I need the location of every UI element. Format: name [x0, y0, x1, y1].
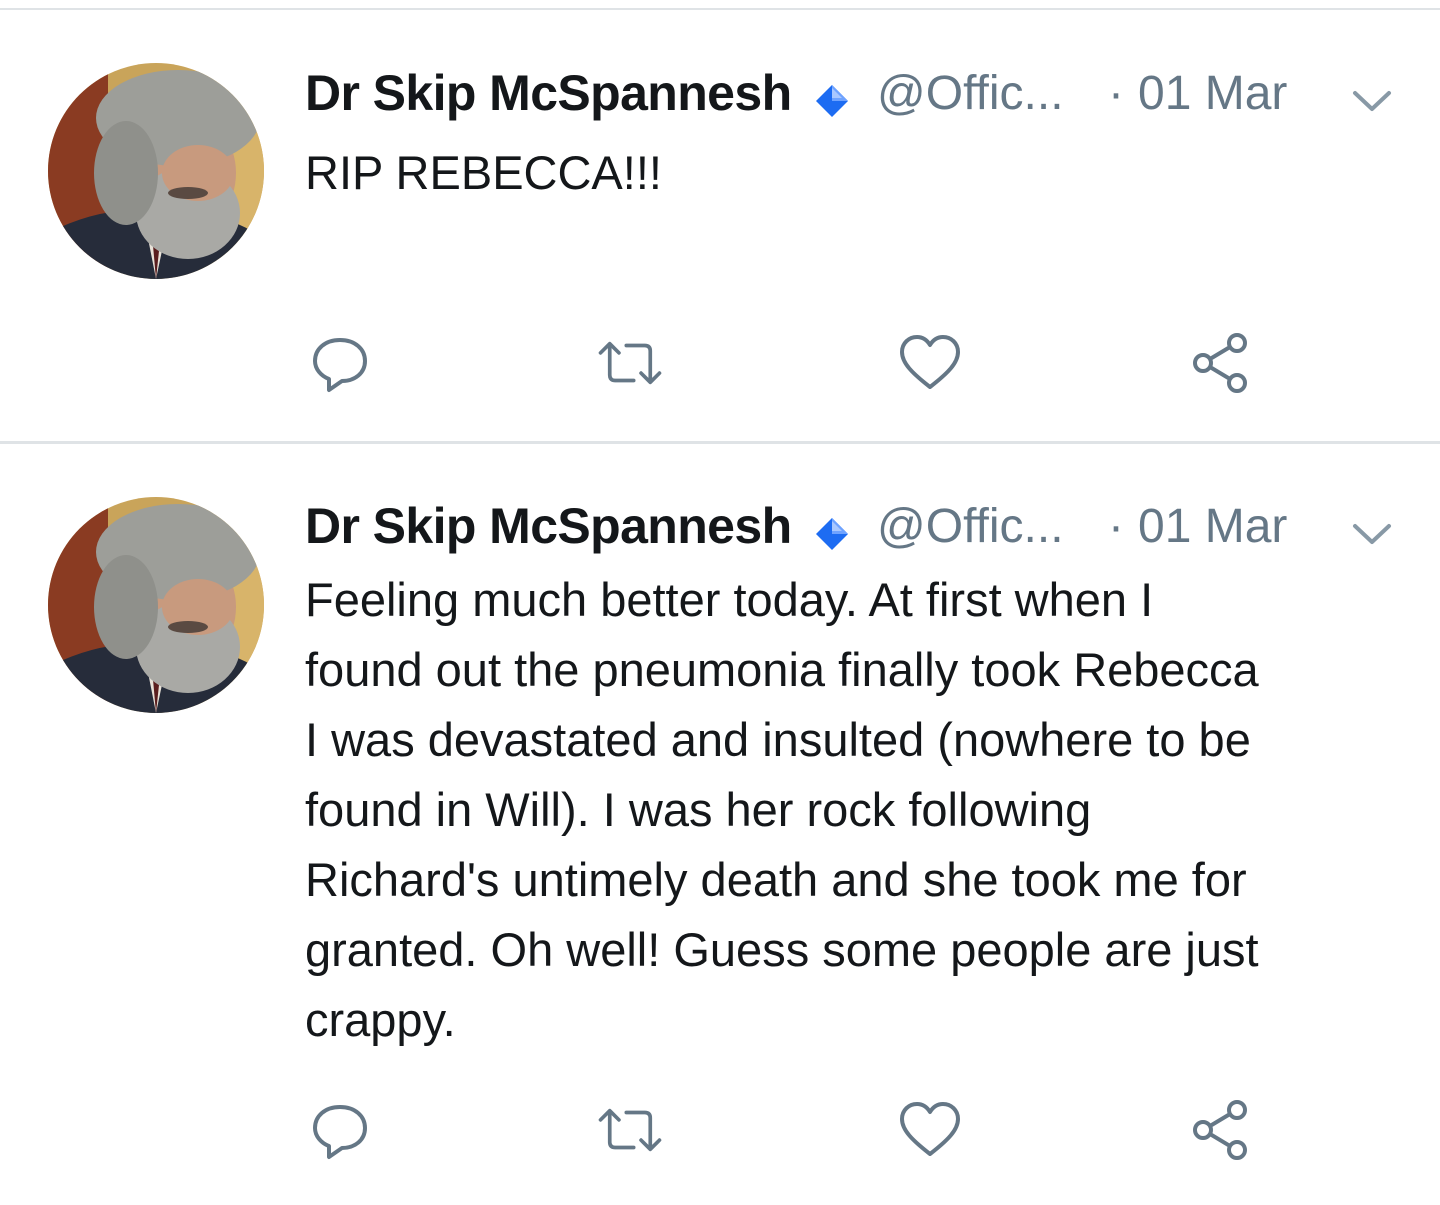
blue-diamond-icon [816, 85, 848, 117]
retweet-icon [598, 1108, 662, 1152]
chevron-down-icon[interactable] [1351, 88, 1393, 114]
action-bar [305, 1095, 1305, 1165]
separator-dot: · [1108, 500, 1124, 553]
handle[interactable]: @Offic... [877, 503, 1064, 551]
avatar[interactable] [48, 497, 264, 713]
reply-button[interactable] [305, 1095, 375, 1165]
timestamp[interactable]: 01 Mar [1138, 503, 1287, 551]
chevron-down-icon[interactable] [1351, 521, 1393, 547]
reply-icon [313, 1105, 367, 1159]
tweet-header: Dr Skip McSpannesh @Offic... · 01 Mar [305, 62, 1415, 126]
share-icon [1193, 333, 1247, 393]
tweet-divider [0, 441, 1440, 444]
retweet-icon [598, 341, 662, 385]
avatar-photo [48, 497, 264, 713]
tweet-text: RIP REBECCA!!! [305, 146, 662, 199]
display-name[interactable]: Dr Skip McSpannesh [305, 68, 792, 118]
timestamp[interactable]: 01 Mar [1138, 70, 1287, 118]
separator-dot: · [1108, 67, 1124, 120]
like-button[interactable] [895, 1095, 965, 1165]
tweet-text: Feeling much better today. At first when… [305, 573, 1259, 1046]
tweet[interactable]: Dr Skip McSpannesh @Offic... · 01 Mar RI… [0, 10, 1440, 441]
reply-icon [313, 338, 367, 392]
reply-button[interactable] [305, 328, 375, 398]
share-button[interactable] [1185, 328, 1255, 398]
avatar[interactable] [48, 63, 264, 279]
action-bar [305, 328, 1305, 398]
avatar-photo [48, 63, 264, 279]
like-icon [900, 1102, 960, 1156]
tweet[interactable]: Dr Skip McSpannesh @Offic... · 01 Mar Fe… [0, 445, 1440, 1205]
like-button[interactable] [895, 328, 965, 398]
retweet-button[interactable] [595, 1095, 665, 1165]
share-button[interactable] [1185, 1095, 1255, 1165]
blue-diamond-icon [816, 518, 848, 550]
like-icon [900, 335, 960, 389]
retweet-button[interactable] [595, 328, 665, 398]
handle[interactable]: @Offic... [877, 70, 1064, 118]
share-icon [1193, 1100, 1247, 1160]
display-name[interactable]: Dr Skip McSpannesh [305, 501, 792, 551]
tweet-header: Dr Skip McSpannesh @Offic... · 01 Mar [305, 495, 1415, 559]
